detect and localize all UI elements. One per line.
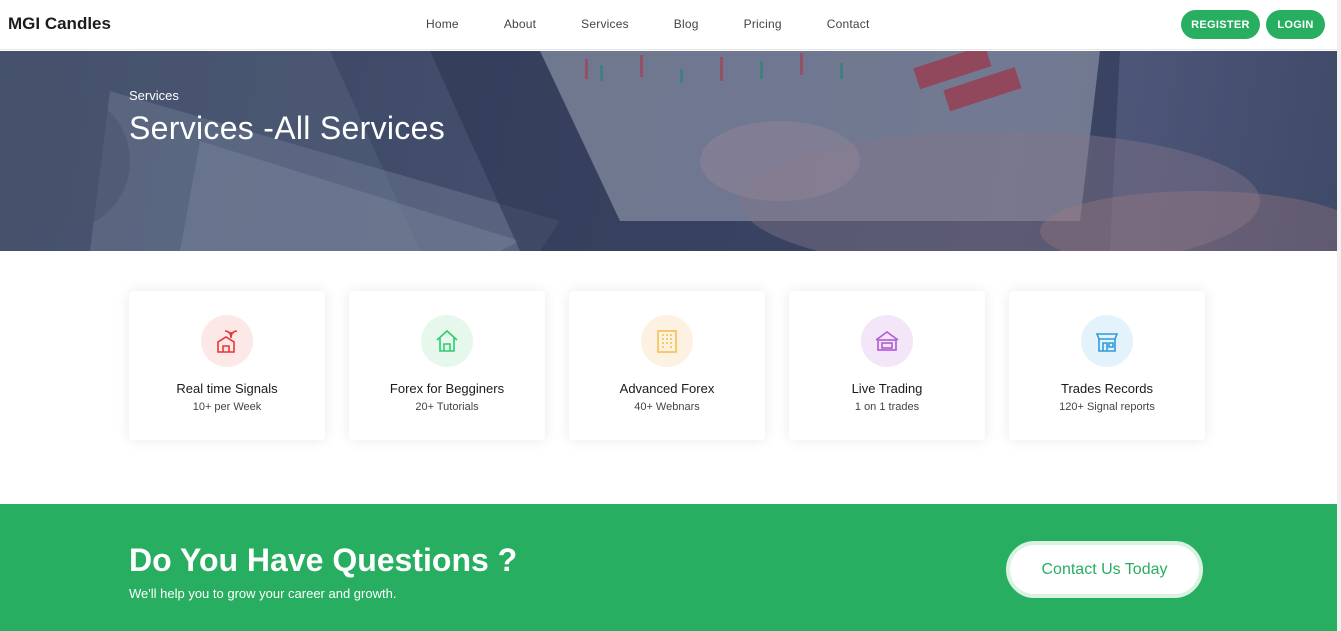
house-frame-icon [861,315,913,367]
register-button[interactable]: REGISTER [1181,10,1260,39]
cta-subtext: We'll help you to grow your career and g… [129,586,397,601]
nav-services[interactable]: Services [581,17,629,31]
service-title: Real time Signals [176,381,278,396]
services-list: Real time Signals 10+ per Week Forex for… [129,291,1229,440]
service-card-forex-beginners[interactable]: Forex for Begginers 20+ Tutorials [349,291,545,440]
nav-blog[interactable]: Blog [674,17,699,31]
store-icon [1081,315,1133,367]
service-subtitle: 10+ per Week [192,401,262,413]
service-subtitle: 40+ Webnars [634,401,700,413]
service-title: Advanced Forex [619,381,715,396]
home-icon [421,315,473,367]
service-card-trades-records[interactable]: Trades Records 120+ Signal reports [1009,291,1205,440]
page-scrollbar[interactable] [1337,0,1341,631]
nav-about[interactable]: About [504,17,536,31]
nav-home[interactable]: Home [426,17,459,31]
contact-us-button[interactable]: Contact Us Today [1006,541,1203,598]
service-title: Trades Records [1061,381,1153,396]
main-nav: Home About Services Blog Pricing Contact [426,17,914,31]
login-button[interactable]: LOGIN [1266,10,1325,39]
service-subtitle: 1 on 1 trades [854,401,920,413]
service-subtitle: 120+ Signal reports [1059,401,1155,413]
palm-house-icon [201,315,253,367]
building-icon [641,315,693,367]
top-navbar: MGI Candles Home About Services Blog Pri… [0,0,1341,50]
hero-banner: Services Services -All Services [0,51,1341,251]
cta-heading: Do You Have Questions ? [129,542,518,578]
service-card-real-time-signals[interactable]: Real time Signals 10+ per Week [129,291,325,440]
questions-cta-section: Do You Have Questions ? We'll help you t… [0,504,1341,631]
service-title: Forex for Begginers [389,381,505,396]
service-subtitle: 20+ Tutorials [415,401,479,413]
service-card-live-trading[interactable]: Live Trading 1 on 1 trades [789,291,985,440]
service-title: Live Trading [851,381,923,396]
service-card-advanced-forex[interactable]: Advanced Forex 40+ Webnars [569,291,765,440]
breadcrumb: Services [129,88,179,103]
page-title: Services -All Services [129,110,446,146]
nav-pricing[interactable]: Pricing [744,17,782,31]
brand-logo[interactable]: MGI Candles [8,14,111,34]
nav-contact[interactable]: Contact [827,17,870,31]
